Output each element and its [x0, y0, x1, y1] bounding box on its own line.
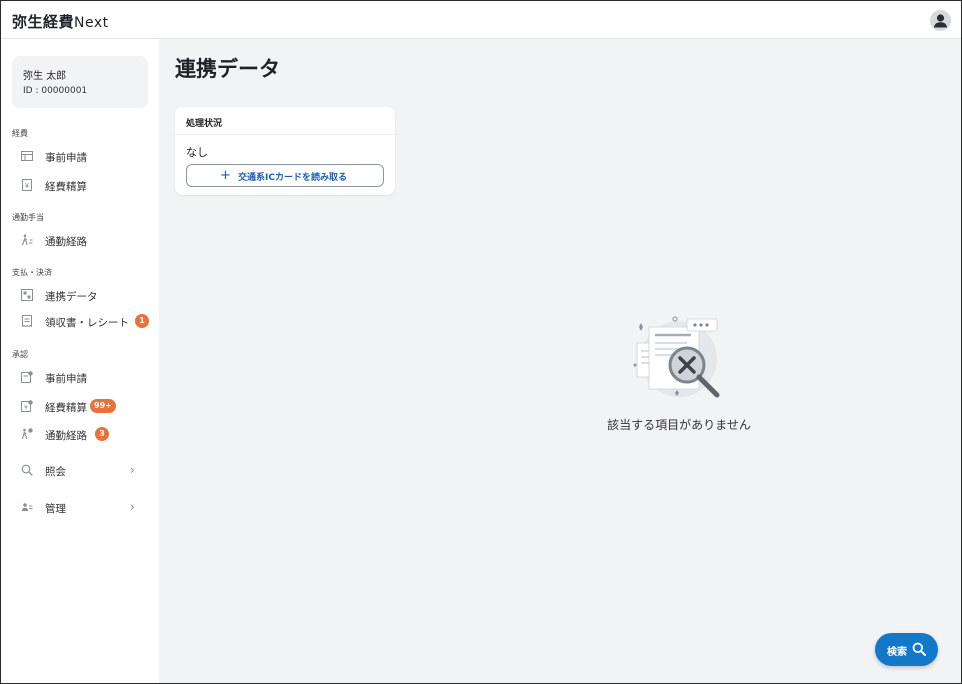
svg-text:¥: ¥ — [25, 182, 30, 190]
sidebar: 弥生 太郎 ID : 00000001 経費 事前申請 ¥ 経費精算 通勤手当 — [1, 39, 159, 683]
section-label-approval: 承認 — [12, 350, 28, 359]
sidebar-item-management[interactable]: 管理 › — [12, 496, 148, 518]
search-button[interactable]: 検索 — [875, 633, 938, 666]
status-value: なし — [186, 146, 208, 159]
section-label-expense: 経費 — [12, 129, 28, 138]
sidebar-item-label: 経費精算 — [45, 181, 87, 193]
search-button-label: 検索 — [887, 647, 907, 658]
svg-text:¥: ¥ — [24, 405, 28, 412]
inquiry-magnifier-icon — [21, 464, 33, 476]
app-window: 弥生経費Next 弥生 太郎 ID : 00000001 経費 事前申請 ¥ 経… — [0, 0, 962, 684]
user-card: 弥生 太郎 ID : 00000001 — [12, 56, 148, 108]
receipt-icon — [22, 315, 32, 327]
read-ic-card-label: 交通系ICカードを読み取る — [238, 173, 347, 183]
pre-application-icon — [21, 151, 33, 161]
sidebar-item-label: 通勤経路 — [45, 236, 87, 248]
processing-status-card: 処理状況 なし + 交通系ICカードを読み取る — [175, 107, 395, 195]
sidebar-item-label: 事前申請 — [45, 373, 87, 385]
page-title: 連携データ — [175, 57, 280, 81]
management-users-icon — [21, 503, 33, 511]
sidebar-item-approval-expense[interactable]: ¥ 経費精算 99+ — [12, 395, 148, 417]
search-icon — [912, 642, 926, 656]
sidebar-item-pre-application[interactable]: 事前申請 — [12, 145, 148, 167]
sidebar-item-approval-commute[interactable]: 通勤経路 3 — [12, 423, 148, 445]
sidebar-item-linked-data[interactable]: 連携データ — [12, 284, 148, 306]
sidebar-item-label: 領収書・レシート — [45, 317, 129, 329]
brand-suffix: Next — [74, 15, 109, 31]
sidebar-item-label: 連携データ — [45, 291, 98, 303]
no-results-illustration-icon — [633, 316, 720, 398]
plus-icon: + — [220, 168, 231, 183]
empty-state-message: 該当する項目がありません — [607, 418, 751, 432]
top-header: 弥生経費Next — [1, 1, 961, 39]
section-label-commute: 通勤手当 — [12, 213, 44, 222]
sidebar-item-receipt[interactable]: 領収書・レシート 1 — [12, 310, 149, 332]
status-card-header: 処理状況 — [175, 107, 395, 135]
chevron-right-icon: › — [130, 500, 135, 514]
approval-commute-icon — [21, 428, 33, 440]
chevron-right-icon: › — [130, 463, 135, 477]
section-label-payment: 支払・決済 — [12, 268, 52, 277]
read-ic-card-button[interactable]: + 交通系ICカードを読み取る — [186, 164, 384, 187]
sidebar-item-label: 管理 — [45, 503, 66, 515]
commute-walker-icon — [21, 234, 33, 246]
approval-commute-count-badge: 3 — [95, 427, 109, 441]
approval-pre-application-icon — [21, 371, 33, 383]
user-id: ID : 00000001 — [23, 86, 88, 96]
approval-expense-icon: ¥ — [21, 400, 33, 412]
approval-expense-count-badge: 99+ — [90, 399, 116, 413]
sidebar-item-label: 経費精算 — [45, 402, 87, 414]
sidebar-item-label: 事前申請 — [45, 152, 87, 164]
user-avatar-icon[interactable] — [930, 10, 951, 31]
status-card-heading: 処理状況 — [186, 119, 223, 129]
brand-main: 弥生経費 — [12, 13, 75, 31]
sidebar-item-commute-route[interactable]: 通勤経路 — [12, 229, 148, 251]
sidebar-item-approval-pre-application[interactable]: 事前申請 — [12, 366, 148, 388]
sidebar-item-label: 通勤経路 — [45, 430, 87, 442]
sidebar-item-label: 照会 — [45, 466, 66, 478]
brand-logo[interactable]: 弥生経費Next — [12, 11, 109, 32]
sidebar-item-inquiry[interactable]: 照会 › — [12, 459, 148, 481]
sidebar-item-expense-settlement[interactable]: ¥ 経費精算 — [12, 174, 148, 196]
linked-data-icon — [21, 289, 33, 301]
user-name: 弥生 太郎 — [23, 71, 67, 82]
expense-document-icon: ¥ — [22, 179, 32, 191]
receipt-count-badge: 1 — [135, 314, 149, 328]
